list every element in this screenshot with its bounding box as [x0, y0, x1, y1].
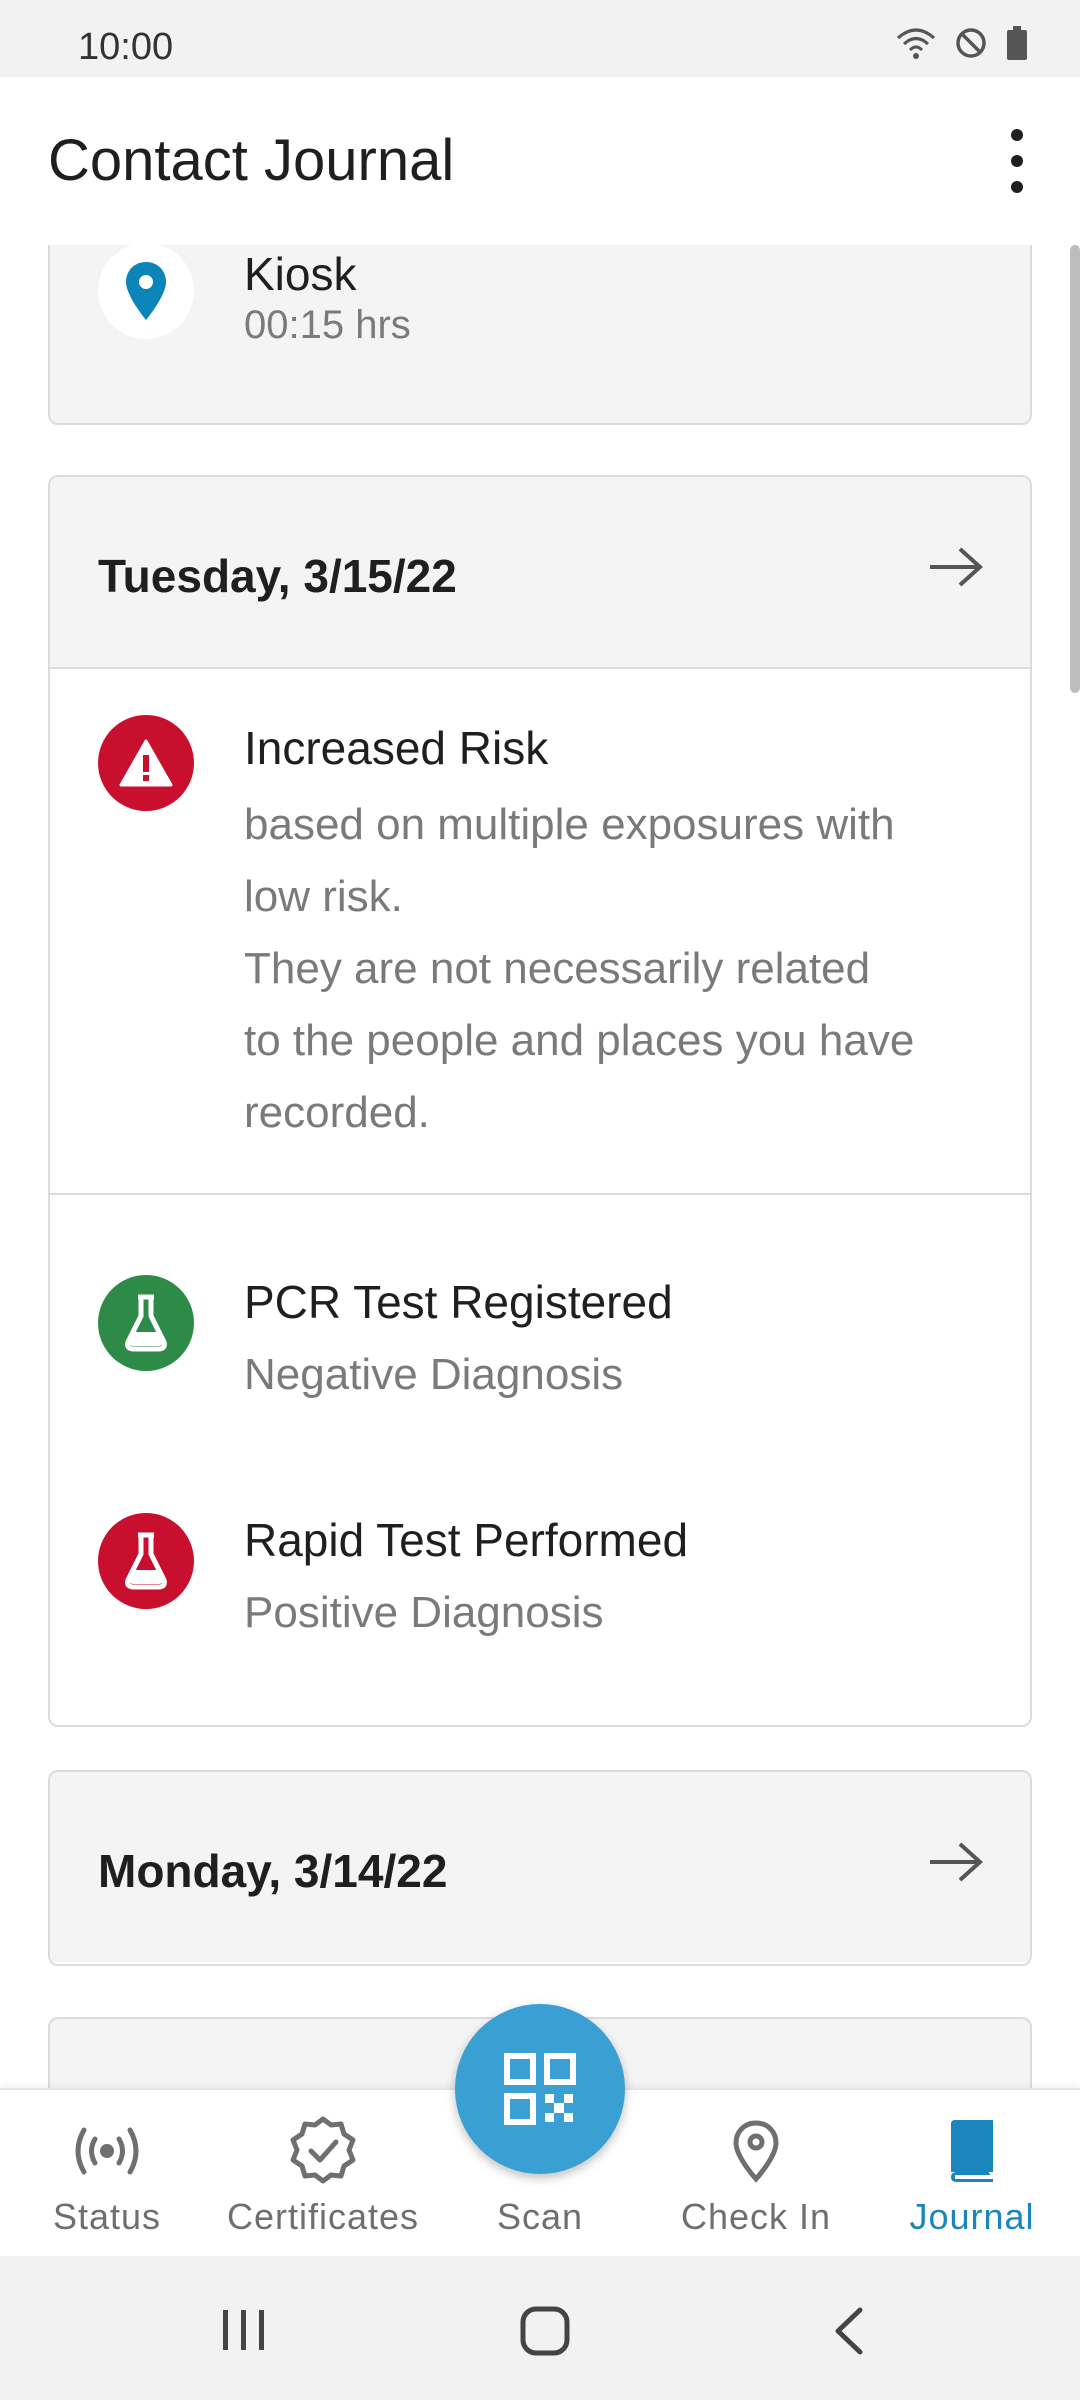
page-title: Contact Journal [48, 128, 455, 193]
nav-journal[interactable]: Journal [864, 2090, 1080, 2258]
do-not-disturb-icon [956, 28, 986, 58]
back-icon[interactable] [830, 2306, 866, 2356]
journal-list[interactable]: Kiosk 00:15 hrs Tuesday, 3/15/22 Increas… [0, 245, 1080, 2088]
recent-apps-icon[interactable] [220, 2308, 268, 2352]
risk-line-2: low risk. [244, 872, 403, 921]
certificate-icon [290, 2116, 356, 2184]
risk-line-5: recorded. [244, 1088, 430, 1137]
arrow-right-icon [930, 547, 983, 587]
day-card-tuesday: Tuesday, 3/15/22 Increased Risk based on… [48, 475, 1032, 1727]
entry-duration: 00:15 hrs [244, 303, 411, 347]
battery-icon [1007, 26, 1027, 60]
risk-line-4: to the people and places you have [244, 1016, 915, 1065]
scan-button[interactable] [455, 2004, 625, 2174]
nav-label: Scan [496, 2196, 584, 2237]
nav-label: Journal [909, 2196, 1035, 2237]
broadcast-icon [75, 2127, 139, 2175]
test-result: Positive Diagnosis [244, 1588, 604, 1637]
location-pin-icon [733, 2120, 779, 2183]
more-vert-icon [1011, 129, 1023, 141]
nav-status[interactable]: Status [0, 2090, 214, 2258]
flask-icon [98, 1513, 194, 1609]
nav-label: Status [52, 2196, 162, 2237]
home-icon[interactable] [520, 2306, 570, 2356]
test-title: Rapid Test Performed [244, 1514, 689, 1566]
test-title: PCR Test Registered [244, 1276, 673, 1328]
test-result: Negative Diagnosis [244, 1350, 624, 1399]
status-icons [896, 26, 1028, 60]
nav-certificates[interactable]: Certificates [214, 2090, 432, 2258]
location-pin-icon [98, 245, 194, 339]
status-bar: 10:00 [0, 0, 1080, 77]
warning-icon [98, 715, 194, 811]
day-header[interactable]: Tuesday, 3/15/22 [50, 477, 1030, 669]
more-options-button[interactable] [990, 129, 1044, 193]
risk-title: Increased Risk [244, 722, 549, 774]
wifi-icon [897, 28, 935, 59]
day-header[interactable]: Monday, 3/14/22 [50, 1772, 1030, 1962]
nav-check-in[interactable]: Check In [648, 2090, 864, 2258]
book-icon [951, 2120, 993, 2182]
status-time: 10:00 [78, 26, 174, 68]
arrow-right-icon [930, 1842, 983, 1882]
test-entry-rapid[interactable]: Rapid Test Performed Positive Diagnosis [50, 1433, 1030, 1677]
journal-entry-kiosk[interactable]: Kiosk 00:15 hrs [48, 245, 1032, 425]
risk-line-3: They are not necessarily related [244, 944, 871, 993]
risk-line-1: based on multiple exposures with [244, 800, 895, 849]
day-date: Tuesday, 3/15/22 [98, 550, 457, 602]
day-card-monday: Monday, 3/14/22 [48, 1770, 1032, 1966]
risk-entry[interactable]: Increased Risk based on multiple exposur… [50, 669, 1030, 1193]
nav-label: Certificates [226, 2196, 420, 2237]
flask-icon [98, 1275, 194, 1371]
test-entry-pcr[interactable]: PCR Test Registered Negative Diagnosis [50, 1195, 1030, 1433]
nav-label: Check In [680, 2196, 832, 2237]
scrollbar[interactable] [1070, 245, 1080, 693]
qr-code-icon [504, 2053, 576, 2125]
day-date: Monday, 3/14/22 [98, 1845, 448, 1897]
app-bar: Contact Journal [0, 77, 1080, 245]
system-navigation-bar [0, 2256, 1080, 2400]
